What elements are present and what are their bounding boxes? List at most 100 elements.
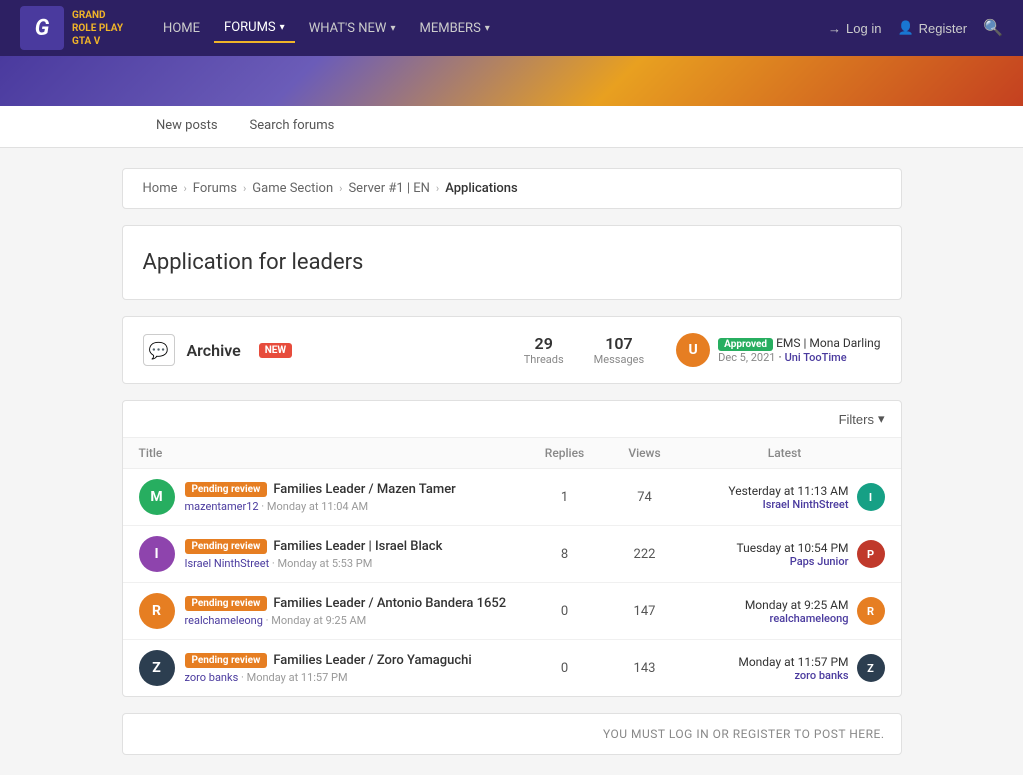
thread-title[interactable]: Families Leader / Mazen Tamer [273, 482, 455, 497]
login-button[interactable]: → Log in [828, 21, 881, 36]
logo[interactable]: G GRAND ROLE PLAY GTA V [20, 6, 123, 50]
archive-latest-user[interactable]: Uni TooTime [785, 351, 847, 364]
thread-latest-time: Monday at 9:25 AM [745, 598, 849, 612]
thread-latest-inner: Monday at 9:25 AM realchameleong R [685, 597, 885, 625]
thread-meta-user[interactable]: zoro banks [185, 671, 239, 684]
nav-forums[interactable]: FORUMS ▾ [214, 14, 295, 43]
thread-latest-info: Monday at 9:25 AM realchameleong [745, 598, 849, 625]
thread-title-line: Pending review Families Leader / Zoro Ya… [185, 653, 525, 668]
col-header-replies: Replies [525, 446, 605, 460]
thread-avatar: M [139, 479, 175, 515]
breadcrumb: Home › Forums › Game Section › Server #1… [122, 168, 902, 209]
thread-meta-user[interactable]: mazentamer12 [185, 500, 259, 513]
messages-label: Messages [594, 353, 644, 366]
thread-latest-info: Monday at 11:57 PM zoro banks [738, 655, 848, 682]
thread-title[interactable]: Families Leader / Antonio Bandera 1652 [273, 596, 506, 611]
thread-latest-avatar: I [857, 483, 885, 511]
nav-whats-new[interactable]: WHAT'S NEW ▾ [299, 15, 406, 42]
register-button[interactable]: 👤 Register [897, 20, 967, 36]
column-headers: Title Replies Views Latest [123, 438, 901, 469]
filters-button[interactable]: Filters ▾ [839, 411, 885, 427]
logo-icon: G [20, 6, 64, 50]
breadcrumb-sep: › [183, 182, 186, 195]
sub-nav: New posts Search forums [0, 106, 1023, 148]
login-icon: → [828, 21, 841, 36]
thread-latest-inner: Monday at 11:57 PM zoro banks Z [685, 654, 885, 682]
breadcrumb-sep: › [339, 182, 342, 195]
thread-latest-user[interactable]: zoro banks [738, 669, 848, 682]
thread-info: Pending review Families Leader / Antonio… [185, 596, 525, 627]
thread-title-line: Pending review Families Leader / Antonio… [185, 596, 525, 611]
messages-stat: 107 Messages [594, 334, 644, 366]
thread-latest-info: Yesterday at 11:13 AM Israel NinthStreet [728, 484, 848, 511]
breadcrumb-server[interactable]: Server #1 | EN [348, 181, 429, 196]
pending-badge: Pending review [185, 653, 268, 668]
thread-latest-user[interactable]: Israel NinthStreet [728, 498, 848, 511]
thread-avatar: I [139, 536, 175, 572]
thread-latest-time: Monday at 11:57 PM [738, 655, 848, 669]
threads-count: 29 [524, 334, 564, 353]
thread-views: 74 [605, 490, 685, 505]
thread-title-line: Pending review Families Leader / Mazen T… [185, 482, 525, 497]
header-actions: → Log in 👤 Register 🔍 [828, 18, 1003, 38]
thread-latest-user[interactable]: Paps Junior [737, 555, 849, 568]
breadcrumb-forums[interactable]: Forums [193, 181, 237, 196]
archive-row: 💬 Archive NEW 29 Threads 107 Messages U [143, 333, 881, 367]
col-header-latest: Latest [685, 446, 885, 460]
threads-label: Threads [524, 353, 564, 366]
page-title: Application for leaders [143, 250, 881, 275]
thread-views: 222 [605, 547, 685, 562]
thread-title-line: Pending review Families Leader | Israel … [185, 539, 525, 554]
main-content: Home › Forums › Game Section › Server #1… [122, 148, 902, 775]
archive-latest-info: Approved EMS | Mona Darling Dec 5, 2021 … [718, 336, 880, 364]
thread-info: Pending review Families Leader | Israel … [185, 539, 525, 570]
archive-latest-name: EMS | Mona Darling [776, 336, 880, 350]
chevron-down-icon: ▾ [390, 23, 395, 34]
main-nav: HOME FORUMS ▾ WHAT'S NEW ▾ MEMBERS ▾ [153, 14, 828, 43]
thread-latest-avatar: R [857, 597, 885, 625]
thread-latest-inner: Tuesday at 10:54 PM Paps Junior P [685, 540, 885, 568]
thread-meta-user[interactable]: realchameleong [185, 614, 263, 627]
archive-label: Archive [187, 341, 241, 360]
thread-latest: Yesterday at 11:13 AM Israel NinthStreet… [685, 483, 885, 511]
thread-title[interactable]: Families Leader | Israel Black [273, 539, 442, 554]
user-plus-icon: 👤 [897, 20, 913, 36]
thread-row: I Pending review Families Leader | Israe… [123, 526, 901, 583]
post-bar: YOU MUST LOG IN OR REGISTER TO POST HERE… [122, 713, 902, 755]
breadcrumb-home[interactable]: Home [143, 181, 178, 196]
thread-latest-inner: Yesterday at 11:13 AM Israel NinthStreet… [685, 483, 885, 511]
pending-badge: Pending review [185, 596, 268, 611]
thread-latest-user[interactable]: realchameleong [745, 612, 849, 625]
messages-count: 107 [594, 334, 644, 353]
threads-list: M Pending review Families Leader / Mazen… [123, 469, 901, 696]
thread-replies: 8 [525, 547, 605, 562]
thread-replies: 0 [525, 604, 605, 619]
breadcrumb-game-section[interactable]: Game Section [252, 181, 333, 196]
chevron-down-icon: ▾ [485, 23, 490, 34]
thread-row: R Pending review Families Leader / Anton… [123, 583, 901, 640]
col-header-title: Title [139, 446, 525, 460]
chevron-down-icon: ▾ [280, 22, 285, 33]
col-header-views: Views [605, 446, 685, 460]
sub-nav-search-forums[interactable]: Search forums [234, 106, 351, 147]
nav-home[interactable]: HOME [153, 15, 210, 42]
search-button[interactable]: 🔍 [983, 18, 1003, 38]
thread-meta-user[interactable]: Israel NinthStreet [185, 557, 270, 570]
breadcrumb-current: Applications [445, 181, 518, 196]
thread-latest-avatar: P [857, 540, 885, 568]
thread-views: 143 [605, 661, 685, 676]
threads-stat: 29 Threads [524, 334, 564, 366]
threads-section: Filters ▾ Title Replies Views Latest M P… [122, 400, 902, 697]
thread-latest-avatar: Z [857, 654, 885, 682]
archive-latest-avatar: U [676, 333, 710, 367]
thread-latest-time: Tuesday at 10:54 PM [737, 541, 849, 555]
thread-row: M Pending review Families Leader / Mazen… [123, 469, 901, 526]
thread-avatar: R [139, 593, 175, 629]
thread-meta: mazentamer12 · Monday at 11:04 AM [185, 500, 525, 513]
thread-title[interactable]: Families Leader / Zoro Yamaguchi [273, 653, 471, 668]
thread-info: Pending review Families Leader / Mazen T… [185, 482, 525, 513]
nav-members[interactable]: MEMBERS ▾ [409, 15, 499, 42]
header: G GRAND ROLE PLAY GTA V HOME FORUMS ▾ WH… [0, 0, 1023, 56]
sub-nav-new-posts[interactable]: New posts [140, 106, 234, 147]
thread-latest: Monday at 11:57 PM zoro banks Z [685, 654, 885, 682]
